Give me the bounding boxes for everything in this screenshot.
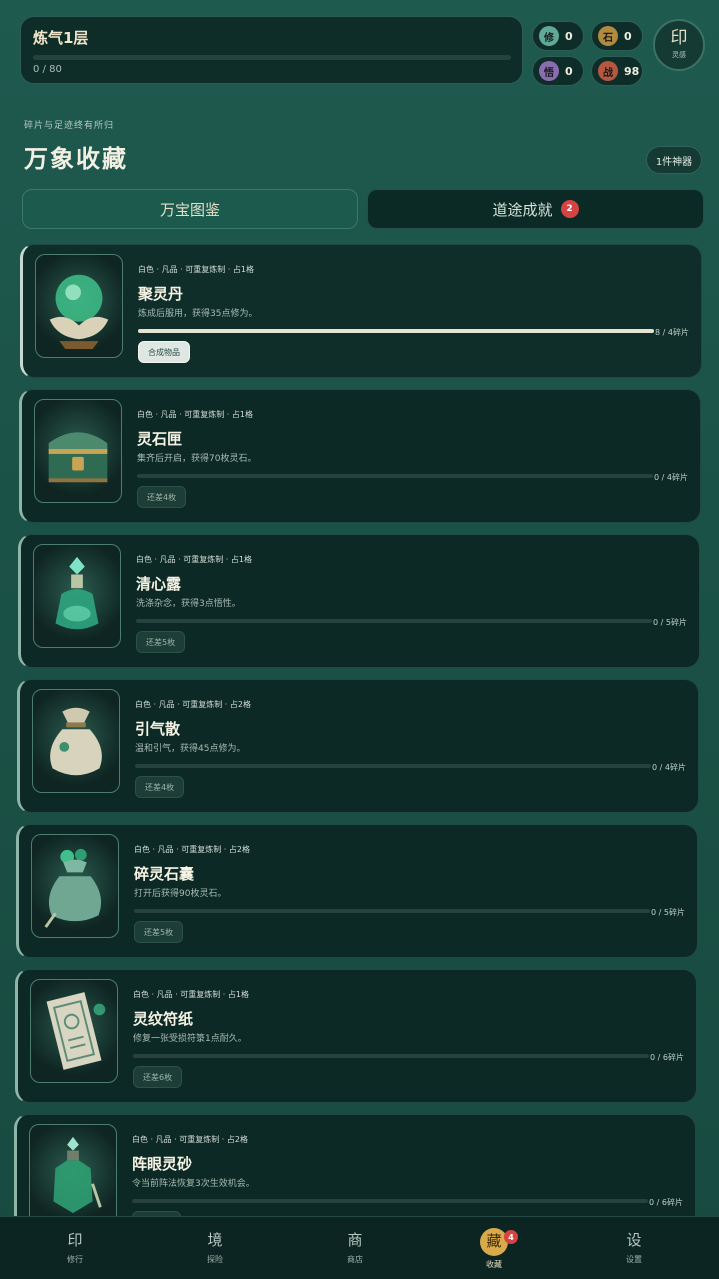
nav-explore[interactable]: 境 探险 [155,1217,275,1279]
lotus-orb-icon [35,254,123,358]
talisman-icon [30,979,118,1083]
artifact-count-button[interactable]: 1件神器 [646,146,702,174]
item-description: 炼成后服用，获得35点修为。 [138,309,258,319]
item-description: 修复一张受损符箓1点耐久。 [133,1034,247,1044]
spirit-stone-icon: 石 [598,26,618,46]
potion-bottle-icon [33,544,121,648]
missing-fragments-label: 还差4枚 [137,486,187,508]
seal-icon: 印 [670,28,688,48]
item-progress-text: 0 / 6碎片 [650,1053,684,1062]
cultivation-icon: 修 [539,26,559,46]
stat-value: 98 [624,64,640,78]
item-meta: 白色 · 凡品 · 可重复炼制 · 占1格 [137,410,253,419]
nav-label: 设置 [626,1254,642,1264]
item-progress-bar [135,764,651,768]
collection-item[interactable]: 白色 · 凡品 · 可重复炼制 · 占1格 清心露 洗涤杂念，获得3点悟性。 0… [18,534,700,668]
nav-label: 商店 [347,1254,363,1264]
missing-fragments-label: 还差6枚 [133,1066,183,1088]
stat-combat: 战 98 [591,56,643,86]
item-description: 打开后获得90枚灵石。 [134,889,227,899]
realm-title: 炼气1层 [33,29,89,47]
stat-value: 0 [624,29,632,43]
item-progress-bar [136,619,652,623]
nav-label: 修行 [67,1254,83,1264]
item-meta: 白色 · 凡品 · 可重复炼制 · 占1格 [138,265,254,274]
treasure-chest-icon [34,399,122,503]
item-progress-text: 0 / 4碎片 [654,473,688,482]
item-meta: 白色 · 凡品 · 可重复炼制 · 占1格 [133,990,249,999]
collection-badge: 4 [504,1230,518,1244]
settings-icon: 设 [626,1230,642,1249]
missing-fragments-label: 还差5枚 [134,921,184,943]
item-name: 碎灵石囊 [134,865,195,883]
tab-label: 万宝图鉴 [159,200,220,219]
achievements-badge: 2 [560,200,579,218]
item-name: 引气散 [135,720,181,738]
item-name: 阵眼灵砂 [132,1155,193,1173]
item-description: 令当前阵法恢复3次生效机会。 [132,1179,255,1189]
pouch-icon [32,689,120,793]
realm-progress-bar [33,55,511,60]
bottom-navigation: 印 修行 境 探险 商 商店 藏 收藏 4 设 设置 [0,1216,719,1279]
item-progress-text: 0 / 5碎片 [653,618,687,627]
item-name: 灵石匣 [137,430,183,448]
item-progress-text: 0 / 6碎片 [649,1198,683,1207]
item-progress-bar [132,1199,648,1203]
item-progress-bar [137,474,653,478]
item-progress-text: 0 / 4碎片 [652,763,686,772]
nav-shop[interactable]: 商 商店 [295,1217,415,1279]
nav-collection[interactable]: 藏 收藏 4 [434,1217,554,1279]
realm-icon: 境 [207,1230,223,1249]
collection-item[interactable]: 白色 · 凡品 · 可重复炼制 · 占1格 灵纹符纸 修复一张受损符箓1点耐久。… [15,969,697,1103]
item-meta: 白色 · 凡品 · 可重复炼制 · 占2格 [134,845,250,854]
collection-item[interactable]: 白色 · 凡品 · 可重复炼制 · 占1格 灵石匣 集齐后开启，获得70枚灵石。… [19,389,701,523]
realm-progress-card: 炼气1层 0 / 80 [20,16,523,84]
item-name: 灵纹符纸 [133,1010,194,1028]
nav-cultivation[interactable]: 印 修行 [15,1217,135,1279]
item-progress-bar [133,1054,649,1058]
item-description: 温和引气，获得45点修为。 [135,744,246,754]
item-name: 清心露 [136,575,182,593]
collection-item[interactable]: 白色 · 凡品 · 可重复炼制 · 占2格 碎灵石囊 打开后获得90枚灵石。 0… [16,824,698,958]
stat-spirit-stone: 石 0 [591,21,643,51]
nav-label: 探险 [207,1254,223,1264]
page-title: 万象收藏 [24,145,128,173]
collection-icon: 藏 [480,1227,508,1256]
nav-settings[interactable]: 设 设置 [574,1217,694,1279]
missing-fragments-label: 还差5枚 [136,631,186,653]
item-progress-fill [138,329,654,333]
nav-label: 收藏 [486,1259,502,1269]
item-meta: 白色 · 凡品 · 可重复炼制 · 占2格 [132,1135,248,1144]
synthesize-button[interactable]: 合成物品 [138,341,190,363]
sand-bottle-icon [29,1124,117,1228]
combat-icon: 战 [598,61,618,81]
item-progress-text: 0 / 5碎片 [651,908,685,917]
shop-icon: 商 [347,1230,363,1249]
tab-achievements[interactable]: 道途成就 2 [367,189,704,229]
stat-insight: 悟 0 [532,56,584,86]
missing-fragments-label: 还差4枚 [135,776,185,798]
realm-progress-text: 0 / 80 [33,64,62,75]
seal-icon: 印 [67,1230,83,1249]
item-description: 洗涤杂念，获得3点悟性。 [136,599,241,609]
collection-item[interactable]: 白色 · 凡品 · 可重复炼制 · 占2格 引气散 温和引气，获得45点修为。 … [17,679,699,813]
item-name: 聚灵丹 [138,285,184,303]
insight-icon: 悟 [539,61,559,81]
item-progress-bar [138,329,654,333]
stat-cultivation: 修 0 [532,21,584,51]
page-subtitle: 碎片与足迹终有所归 [24,121,115,131]
item-meta: 白色 · 凡品 · 可重复炼制 · 占2格 [135,700,251,709]
item-progress-bar [134,909,650,913]
stat-value: 0 [565,64,573,78]
tab-label: 道途成就 [492,200,553,219]
item-meta: 白色 · 凡品 · 可重复炼制 · 占1格 [136,555,252,564]
stat-value: 0 [565,29,573,43]
inspiration-seal-button[interactable]: 印 灵感 [653,19,705,71]
collection-item[interactable]: 白色 · 凡品 · 可重复炼制 · 占1格 聚灵丹 炼成后服用，获得35点修为。… [20,244,702,378]
tab-treasure-catalog[interactable]: 万宝图鉴 [22,189,358,229]
item-progress-text: 8 / 4碎片 [655,328,689,337]
stone-pouch-icon [31,834,119,938]
item-description: 集齐后开启，获得70枚灵石。 [137,454,257,464]
seal-label: 灵感 [672,51,686,59]
